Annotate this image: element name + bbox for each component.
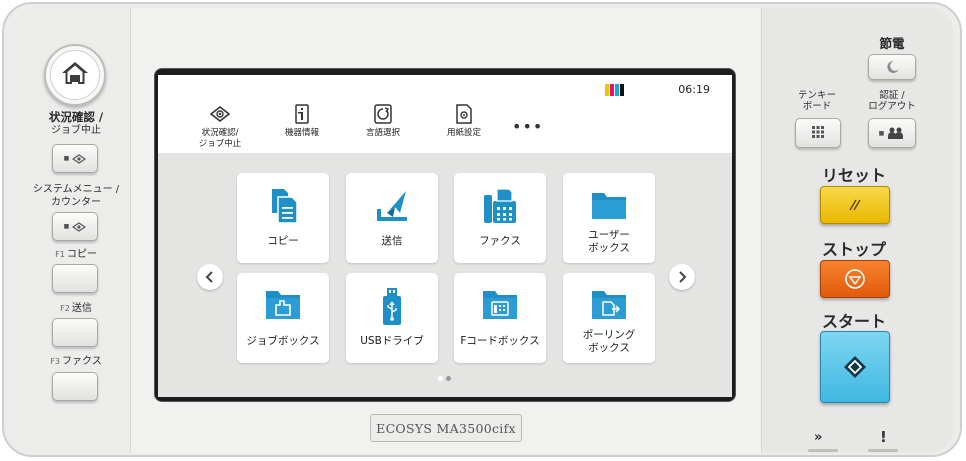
system-menu-counter-label: システムメニュー / カウンター bbox=[26, 183, 126, 209]
f2-send-button[interactable] bbox=[52, 318, 98, 347]
page-dot-1 bbox=[438, 376, 443, 381]
status-label-line1: 状況確認 / bbox=[48, 110, 104, 124]
stop-icon bbox=[845, 269, 865, 289]
f3-fax-button[interactable] bbox=[52, 372, 98, 401]
reset-label: リセット bbox=[821, 166, 886, 185]
f1-copy-button[interactable] bbox=[52, 264, 98, 293]
status-job-cancel-button[interactable]: ■ bbox=[52, 144, 98, 173]
f3-label: F3 ファクス bbox=[38, 355, 114, 368]
page-dot-2 bbox=[446, 376, 451, 381]
job-box-icon bbox=[266, 291, 300, 319]
usb-icon bbox=[383, 288, 401, 325]
auth-label-line1: 認証 / bbox=[879, 90, 905, 101]
keypad-label-line1: テンキー bbox=[797, 90, 836, 101]
tile-polling-box[interactable]: ポーリング ボックス bbox=[563, 273, 655, 363]
tile-fcode-box[interactable]: Fコードボックス bbox=[454, 273, 546, 363]
system-menu-counter-button[interactable]: ■ bbox=[52, 212, 98, 241]
status-icon bbox=[209, 105, 231, 123]
tile-fcode-box-label: Fコードボックス bbox=[460, 335, 540, 347]
tile-usb-drive-label: USBドライブ bbox=[360, 335, 424, 347]
toner-level-indicator bbox=[605, 84, 624, 96]
fcode-box-icon bbox=[483, 291, 517, 319]
page-indicator bbox=[438, 376, 451, 381]
home-button[interactable] bbox=[44, 44, 106, 106]
shortcut-status-label: 状況確認/ ジョブ中止 bbox=[198, 128, 242, 149]
shortcut-device-info[interactable]: 機器情報 bbox=[262, 103, 342, 139]
clock: 06:19 bbox=[678, 83, 710, 96]
attention-indicator bbox=[868, 449, 898, 452]
tile-send[interactable]: 送信 bbox=[346, 173, 438, 263]
tile-user-box[interactable]: ユーザー ボックス bbox=[563, 173, 655, 263]
shortcut-status[interactable]: 状況確認/ ジョブ中止 bbox=[180, 103, 260, 150]
paper-settings-icon bbox=[456, 104, 472, 124]
shortcut-language-label: 言語選択 bbox=[365, 128, 400, 138]
model-name-plate: ECOSYS MA3500cifx bbox=[370, 414, 522, 442]
energy-saver-label: 節電 bbox=[879, 36, 905, 51]
tile-send-label: 送信 bbox=[381, 235, 403, 247]
f1-label: F1 コピー bbox=[38, 248, 114, 261]
send-icon bbox=[377, 191, 407, 221]
processing-indicator bbox=[808, 449, 838, 452]
tile-user-box-label: ユーザー ボックス bbox=[588, 229, 630, 254]
attention-icon: ! bbox=[880, 428, 887, 446]
tile-copy[interactable]: コピー bbox=[237, 173, 329, 263]
f3-key-label: F3 bbox=[50, 357, 60, 366]
tile-fax[interactable]: ファクス bbox=[454, 173, 546, 263]
f2-function-label: 送信 bbox=[71, 303, 92, 314]
reset-icon bbox=[849, 199, 861, 211]
system-menu-label-line1: システムメニュー / bbox=[32, 184, 120, 195]
device-info-icon bbox=[295, 104, 309, 124]
moon-icon bbox=[887, 60, 899, 73]
previous-page-button[interactable] bbox=[197, 264, 223, 290]
auth-label-line2: ログアウト bbox=[868, 101, 916, 112]
system-menu-icon bbox=[72, 221, 87, 232]
shortcut-paper-settings[interactable]: 用紙設定 bbox=[424, 103, 504, 139]
f1-function-label: コピー bbox=[66, 249, 97, 260]
touch-screen: 06:19 状況確認/ ジョブ中止 機器情報 言語選択 用紙設定 ••• コピー… bbox=[158, 75, 732, 397]
shortcut-device-info-label: 機器情報 bbox=[284, 128, 319, 138]
tile-usb-drive[interactable]: USBドライブ bbox=[346, 273, 438, 363]
authentication-logout-button[interactable]: ■ bbox=[868, 118, 916, 148]
keypad-button[interactable] bbox=[795, 118, 841, 148]
f1-key-label: F1 bbox=[55, 250, 65, 259]
system-menu-label-line2: カウンター bbox=[51, 197, 101, 208]
tile-job-box[interactable]: ジョブボックス bbox=[237, 273, 329, 363]
status-icon bbox=[72, 153, 87, 164]
tile-fax-label: ファクス bbox=[479, 235, 521, 247]
tile-polling-box-label: ポーリング ボックス bbox=[582, 329, 636, 354]
chevron-right-icon bbox=[679, 271, 687, 283]
users-icon bbox=[888, 127, 904, 139]
language-icon bbox=[374, 104, 392, 124]
copy-icon bbox=[272, 189, 298, 224]
polling-box-icon bbox=[592, 291, 626, 319]
screen-top-bar: 06:19 状況確認/ ジョブ中止 機器情報 言語選択 用紙設定 ••• bbox=[158, 75, 732, 153]
start-icon bbox=[844, 356, 866, 378]
more-shortcuts-button[interactable]: ••• bbox=[512, 117, 543, 136]
authentication-label: 認証 / ログアウト bbox=[860, 90, 924, 112]
next-page-button[interactable] bbox=[669, 264, 695, 290]
processing-icon: » bbox=[814, 430, 823, 445]
f2-label: F2 送信 bbox=[38, 302, 114, 315]
stop-label: ストップ bbox=[821, 240, 886, 259]
keypad-label: テンキー ボード bbox=[786, 90, 848, 112]
tile-copy-label: コピー bbox=[267, 235, 299, 247]
user-box-icon bbox=[592, 193, 626, 219]
start-label: スタート bbox=[821, 312, 886, 331]
shortcut-paper-settings-label: 用紙設定 bbox=[446, 128, 481, 138]
status-job-cancel-label: 状況確認 / ジョブ中止 bbox=[38, 111, 114, 137]
fax-icon bbox=[484, 188, 516, 223]
keypad-icon bbox=[812, 126, 824, 138]
f2-key-label: F2 bbox=[60, 304, 70, 313]
chevron-left-icon bbox=[205, 271, 213, 283]
tile-job-box-label: ジョブボックス bbox=[246, 335, 320, 347]
stop-button[interactable] bbox=[820, 260, 890, 298]
reset-button[interactable] bbox=[820, 186, 890, 224]
keypad-label-line2: ボード bbox=[802, 101, 832, 112]
status-label-line2: ジョブ中止 bbox=[51, 125, 101, 136]
f3-function-label: ファクス bbox=[62, 356, 102, 367]
start-button[interactable] bbox=[820, 331, 890, 403]
shortcut-language[interactable]: 言語選択 bbox=[343, 103, 423, 139]
home-icon bbox=[60, 60, 90, 90]
energy-saver-button[interactable] bbox=[868, 54, 916, 80]
